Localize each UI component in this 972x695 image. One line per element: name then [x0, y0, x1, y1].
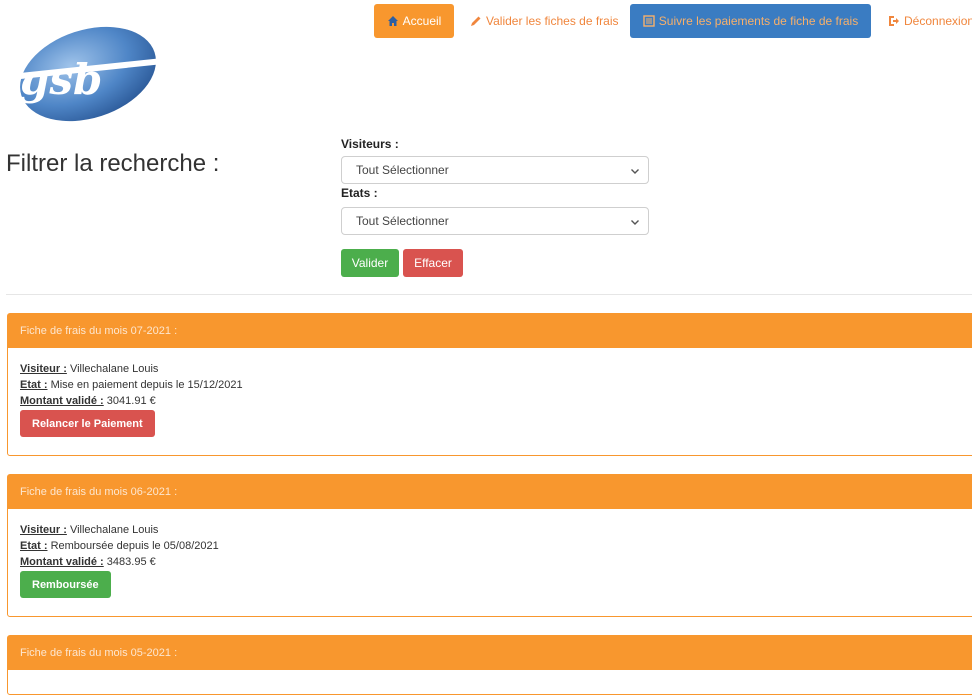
nav-valider-label: Valider les fiches de frais	[486, 14, 619, 28]
etat-key: Etat :	[20, 379, 48, 391]
visiteurs-label: Visiteurs :	[341, 137, 399, 151]
logout-icon	[888, 15, 900, 27]
pencil-icon	[470, 15, 482, 27]
montant-key: Montant validé :	[20, 556, 104, 568]
nav-deconnexion-label: Déconnexion	[904, 14, 972, 28]
list-icon	[643, 15, 655, 27]
montant-value: 3483.95 €	[106, 556, 156, 568]
fiche-panel: Fiche de frais du mois 07-2021 : Visiteu…	[7, 313, 972, 456]
svg-text:gsb: gsb	[20, 55, 102, 104]
etat-value: Mise en paiement depuis le 15/12/2021	[50, 379, 243, 391]
relancer-paiement-button[interactable]: Relancer le Paiement	[20, 410, 155, 437]
gsb-logo: gsb	[14, 26, 160, 122]
etat-value: Remboursée depuis le 05/08/2021	[50, 540, 219, 552]
montant-key: Montant validé :	[20, 395, 104, 407]
visiteurs-select[interactable]: Tout Sélectionner	[341, 156, 649, 184]
fiche-body: Visiteur : Villechalane Louis Etat : Rem…	[8, 509, 972, 598]
fiche-panel: Fiche de frais du mois 06-2021 : Visiteu…	[7, 474, 972, 617]
etat-key: Etat :	[20, 540, 48, 552]
visiteur-key: Visiteur :	[20, 363, 67, 375]
etats-label: Etats :	[341, 186, 378, 200]
nav-accueil[interactable]: Accueil	[374, 4, 454, 38]
chevron-down-icon	[630, 216, 640, 230]
nav-suivre-label: Suivre les paiements de fiche de frais	[658, 14, 859, 28]
fiche-header: Fiche de frais du mois 05-2021 :	[8, 636, 972, 670]
nav-deconnexion[interactable]: Déconnexion	[880, 4, 972, 38]
visiteur-value: Villechalane Louis	[69, 524, 159, 536]
etats-select-value: Tout Sélectionner	[356, 214, 449, 228]
chevron-down-icon	[630, 165, 640, 179]
fiche-panel: Fiche de frais du mois 05-2021 :	[7, 635, 972, 695]
effacer-button[interactable]: Effacer	[403, 249, 463, 277]
filter-title: Filtrer la recherche :	[6, 150, 220, 177]
fiche-body: Visiteur : Villechalane Louis Etat : Mis…	[8, 348, 972, 437]
etats-select[interactable]: Tout Sélectionner	[341, 207, 649, 235]
visiteur-value: Villechalane Louis	[69, 363, 159, 375]
fiche-header: Fiche de frais du mois 07-2021 :	[8, 314, 972, 348]
nav-suivre-paiements[interactable]: Suivre les paiements de fiche de frais	[630, 4, 871, 38]
visiteurs-select-value: Tout Sélectionner	[356, 163, 449, 177]
visiteur-key: Visiteur :	[20, 524, 67, 536]
fiche-header: Fiche de frais du mois 06-2021 :	[8, 475, 972, 509]
home-icon	[387, 15, 399, 27]
divider	[6, 294, 972, 295]
montant-value: 3041.91 €	[106, 395, 156, 407]
remboursee-button[interactable]: Remboursée	[20, 571, 111, 598]
valider-button[interactable]: Valider	[341, 249, 399, 277]
nav-valider-fiches[interactable]: Valider les fiches de frais	[462, 4, 624, 38]
nav-accueil-label: Accueil	[402, 14, 442, 28]
